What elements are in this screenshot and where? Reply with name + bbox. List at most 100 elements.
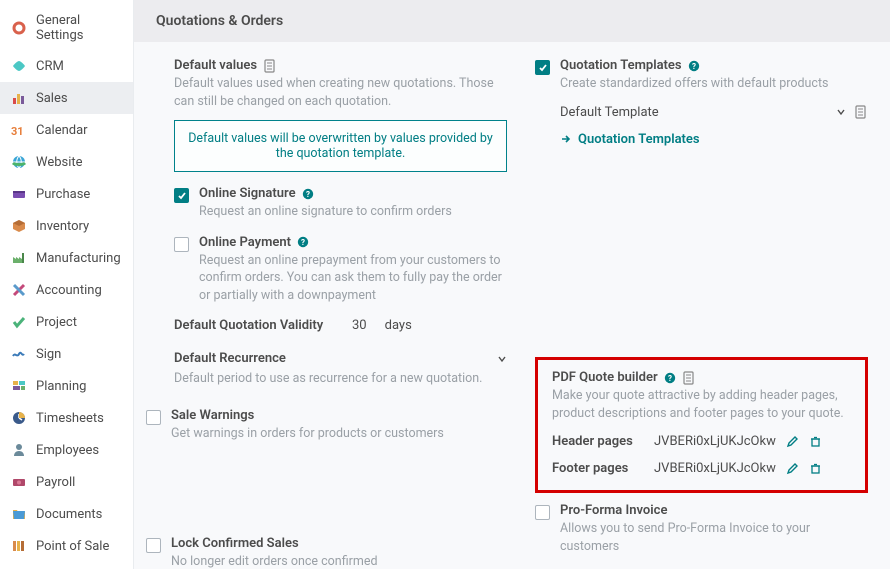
help-icon[interactable]: ?	[297, 236, 309, 248]
trash-icon[interactable]	[809, 462, 822, 475]
signature-icon	[10, 345, 28, 363]
sidebar-item-crm[interactable]: CRM	[0, 50, 133, 82]
online-payment-title: Online Payment ?	[199, 235, 309, 250]
sidebar-item-label: CRM	[36, 59, 64, 74]
sale-warnings-checkbox[interactable]	[146, 410, 161, 425]
sidebar-item-label: Payroll	[36, 475, 75, 490]
quotation-templates-desc: Create standardized offers with default …	[560, 75, 868, 93]
sidebar-item-label: Purchase	[36, 187, 90, 202]
sidebar-item-manufacturing[interactable]: Manufacturing	[0, 242, 133, 274]
sidebar-item-inventory[interactable]: Inventory	[0, 210, 133, 242]
pdf-quote-desc: Make your quote attractive by adding hea…	[552, 387, 851, 422]
sidebar-item-label: Sales	[36, 91, 68, 106]
sidebar-item-general-settings[interactable]: General Settings	[0, 6, 133, 50]
chevron-down-icon	[497, 354, 507, 364]
sidebar-item-point-of-sale[interactable]: Point of Sale	[0, 530, 133, 562]
sidebar-item-label: Timesheets	[36, 411, 104, 426]
svg-text:?: ?	[301, 238, 305, 247]
help-icon[interactable]: ?	[664, 372, 676, 384]
sidebar-item-calendar[interactable]: 31 Calendar	[0, 114, 133, 146]
validity-value[interactable]: 30	[352, 318, 367, 333]
factory-icon	[10, 249, 28, 267]
handshake-icon	[10, 57, 28, 75]
bar-chart-icon	[10, 89, 28, 107]
sidebar-item-documents[interactable]: Documents	[0, 498, 133, 530]
help-icon[interactable]: ?	[688, 60, 700, 72]
edit-icon[interactable]	[786, 462, 799, 475]
trash-icon[interactable]	[809, 435, 822, 448]
sidebar-item-label: Project	[36, 315, 77, 330]
online-payment-checkbox[interactable]	[174, 237, 189, 252]
header-pages-label: Header pages	[552, 434, 644, 449]
section-header: Quotations & Orders	[134, 0, 890, 42]
sale-warnings-title: Sale Warnings	[171, 408, 254, 423]
sidebar-item-payroll[interactable]: Payroll	[0, 466, 133, 498]
online-signature-checkbox[interactable]	[174, 188, 189, 203]
header-pages-file: JVBERi0xLjUKJcOkw	[654, 434, 776, 449]
calendar-icon: 31	[10, 121, 28, 139]
validity-unit: days	[385, 318, 412, 333]
sidebar-item-label: Sign	[36, 347, 61, 362]
sidebar-item-planning[interactable]: Planning	[0, 370, 133, 402]
quotation-templates-link[interactable]: Quotation Templates	[560, 132, 700, 147]
sidebar-item-label: Calendar	[36, 123, 88, 138]
recurrence-desc: Default period to use as recurrence for …	[174, 370, 507, 388]
sidebar-item-project[interactable]: Project	[0, 306, 133, 338]
sidebar-item-website[interactable]: Website	[0, 146, 133, 178]
quotation-templates-checkbox[interactable]	[535, 60, 550, 75]
recurrence-field[interactable]: Default Recurrence	[174, 351, 507, 366]
footer-pages-file: JVBERi0xLjUKJcOkw	[654, 461, 776, 476]
svg-text:?: ?	[306, 190, 310, 199]
default-template-label: Default Template	[560, 105, 659, 120]
sidebar-item-label: Website	[36, 155, 83, 170]
svg-text:31: 31	[11, 125, 24, 138]
lock-confirmed-checkbox[interactable]	[146, 538, 161, 553]
sidebar-item-label: Employees	[36, 443, 99, 458]
sidebar-item-label: Documents	[36, 507, 102, 522]
pdf-quote-builder-box: PDF Quote builder ? Make your quote attr…	[535, 357, 868, 493]
sidebar-item-label: Manufacturing	[36, 251, 121, 266]
box-icon	[10, 217, 28, 235]
pdf-quote-title: PDF Quote builder ?	[552, 370, 696, 385]
studio-icon[interactable]	[854, 105, 868, 119]
svg-text:?: ?	[692, 62, 696, 71]
sidebar-item-sales[interactable]: Sales	[0, 82, 133, 114]
validity-field: Default Quotation Validity 30 days	[174, 318, 507, 333]
main-content: Quotations & Orders Default values Defau…	[134, 0, 890, 569]
quotation-templates-title: Quotation Templates ?	[560, 58, 700, 73]
default-template-input[interactable]	[667, 112, 828, 113]
svg-text:?: ?	[668, 374, 672, 383]
sidebar-item-purchase[interactable]: Purchase	[0, 178, 133, 210]
help-icon[interactable]: ?	[302, 188, 314, 200]
online-payment-desc: Request an online prepayment from your c…	[199, 252, 507, 305]
books-icon	[10, 537, 28, 555]
sidebar: General Settings CRM Sales 31 Calendar W…	[0, 0, 134, 569]
folder-icon	[10, 505, 28, 523]
footer-pages-label: Footer pages	[552, 461, 644, 476]
sidebar-item-accounting[interactable]: Accounting	[0, 274, 133, 306]
proforma-desc: Allows you to send Pro-Forma Invoice to …	[560, 520, 868, 555]
sidebar-item-timesheets[interactable]: Timesheets	[0, 402, 133, 434]
chevron-down-icon[interactable]	[836, 107, 846, 117]
money-icon	[10, 473, 28, 491]
sidebar-item-employees[interactable]: Employees	[0, 434, 133, 466]
sidebar-item-label: Point of Sale	[36, 539, 109, 554]
sidebar-item-sign[interactable]: Sign	[0, 338, 133, 370]
checkmark-icon	[10, 313, 28, 331]
sidebar-item-label: Accounting	[36, 283, 102, 298]
studio-icon[interactable]	[682, 371, 696, 385]
lock-confirmed-title: Lock Confirmed Sales	[171, 536, 299, 551]
online-signature-title: Online Signature ?	[199, 186, 314, 201]
studio-icon[interactable]	[263, 59, 277, 73]
edit-icon[interactable]	[786, 435, 799, 448]
globe-icon	[10, 153, 28, 171]
pencil-ruler-icon	[10, 281, 28, 299]
clock-icon	[10, 409, 28, 427]
proforma-checkbox[interactable]	[535, 505, 550, 520]
gear-icon	[10, 19, 28, 37]
planning-icon	[10, 377, 28, 395]
default-values-desc: Default values used when creating new qu…	[174, 75, 507, 110]
online-signature-desc: Request an online signature to confirm o…	[199, 203, 507, 221]
wallet-icon	[10, 185, 28, 203]
person-icon	[10, 441, 28, 459]
